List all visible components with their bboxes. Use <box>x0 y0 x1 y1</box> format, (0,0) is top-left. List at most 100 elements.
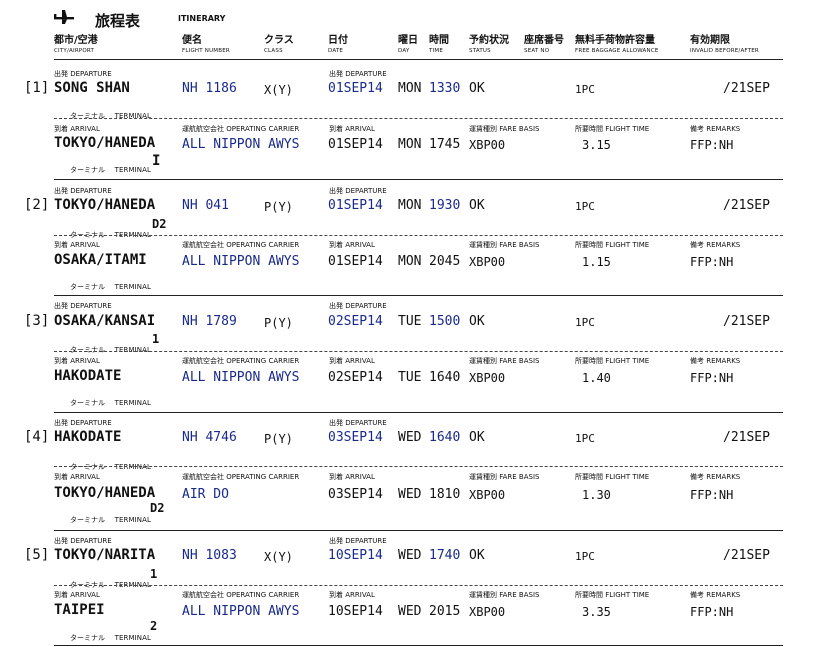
departure-day: WED <box>398 548 422 563</box>
booking-class: X(Y) <box>264 83 293 97</box>
flight-number: NH 1789 <box>182 314 237 329</box>
arrival-terminal-label: ターミナル TERMINAL <box>70 166 152 174</box>
arrival-terminal: 2 <box>150 619 158 633</box>
departure-label: 出発 DEPARTURE <box>329 537 387 545</box>
validity: /21SEP <box>723 198 770 213</box>
validity: /21SEP <box>723 430 770 445</box>
baggage-allowance: 1PC <box>575 83 595 96</box>
fare-basis: XBP00 <box>469 371 506 385</box>
arrival-terminal-label: ターミナル TERMINAL <box>70 283 152 291</box>
carrier-label: 運航航空会社 OPERATING CARRIER <box>182 241 300 249</box>
column-header-class: クラス CLASS <box>264 35 294 54</box>
baggage-allowance: 1PC <box>575 550 595 563</box>
segment-divider <box>54 412 783 413</box>
fare-basis-label: 運賃種別 FARE BASIS <box>469 591 540 599</box>
arrival-time: 2015 <box>429 604 461 619</box>
departure-day: MON <box>398 81 422 96</box>
departure-time: 1640 <box>429 430 461 445</box>
baggage-allowance: 1PC <box>575 200 595 213</box>
flight-number: NH 041 <box>182 198 229 213</box>
departure-terminal: D2 <box>152 217 167 231</box>
arrival-city: TOKYO/HANEDA <box>54 485 156 501</box>
departure-date: 02SEP14 <box>328 314 383 329</box>
fare-basis: XBP00 <box>469 605 506 619</box>
carrier-label: 運航航空会社 OPERATING CARRIER <box>182 125 300 133</box>
arrival-city: HAKODATE <box>54 368 122 384</box>
validity: /21SEP <box>723 314 770 329</box>
column-header-status: 予約状況 STATUS <box>469 35 509 54</box>
arrival-time: 2045 <box>429 254 461 269</box>
fare-basis: XBP00 <box>469 488 506 502</box>
header-divider <box>54 59 783 60</box>
baggage-allowance: 1PC <box>575 432 595 445</box>
carrier-label: 運航航空会社 OPERATING CARRIER <box>182 357 300 365</box>
flight-time-label: 所要時間 FLIGHT TIME <box>575 125 650 133</box>
booking-status: OK <box>469 198 485 213</box>
page-title-jp: 旅程表 <box>95 12 141 30</box>
departure-label: 出発 DEPARTURE <box>54 187 112 195</box>
departure-label: 出発 DEPARTURE <box>54 302 112 310</box>
segment-divider <box>54 645 783 646</box>
booking-status: OK <box>469 314 485 329</box>
flight-time-label: 所要時間 FLIGHT TIME <box>575 473 650 481</box>
column-header-time: 時間 TIME <box>429 35 449 54</box>
segment-divider <box>54 530 783 531</box>
carrier-label: 運航航空会社 OPERATING CARRIER <box>182 591 300 599</box>
segment-index: [2] <box>24 197 50 213</box>
remarks: FFP:NH <box>690 488 734 502</box>
arrival-terminal: D2 <box>150 501 165 515</box>
validity: /21SEP <box>723 548 770 563</box>
departure-day: MON <box>398 198 422 213</box>
flight-time-label: 所要時間 FLIGHT TIME <box>575 591 650 599</box>
arrival-date: 10SEP14 <box>328 604 383 619</box>
flight-time-label: 所要時間 FLIGHT TIME <box>575 241 650 249</box>
remarks-label: 備考 REMARKS <box>690 591 741 599</box>
departure-terminal: 1 <box>150 567 158 581</box>
arrival-time: 1745 <box>429 137 461 152</box>
fare-basis-label: 運賃種別 FARE BASIS <box>469 241 540 249</box>
arrival-date: 01SEP14 <box>328 254 383 269</box>
arrival-day: WED <box>398 604 422 619</box>
booking-status: OK <box>469 430 485 445</box>
segment-divider <box>54 295 783 296</box>
operating-carrier: ALL NIPPON AWYS <box>182 137 300 152</box>
remarks: FFP:NH <box>690 138 734 152</box>
departure-terminal-label: ターミナル TERMINAL <box>70 463 152 471</box>
arrival-label: 到着 ARRIVAL <box>54 125 100 133</box>
arrival-terminal: I <box>152 153 161 169</box>
fare-basis-label: 運賃種別 FARE BASIS <box>469 473 540 481</box>
departure-time: 1740 <box>429 548 461 563</box>
arrival-date: 01SEP14 <box>328 137 383 152</box>
segment-dash-divider <box>54 118 783 119</box>
departure-city: SONG SHAN <box>54 80 130 96</box>
segment-index: [5] <box>24 547 50 563</box>
arrival-label: 到着 ARRIVAL <box>329 357 375 365</box>
arrival-label: 到着 ARRIVAL <box>329 241 375 249</box>
departure-label: 出発 DEPARTURE <box>329 187 387 195</box>
booking-status: OK <box>469 81 485 96</box>
departure-date: 03SEP14 <box>328 430 383 445</box>
booking-class: X(Y) <box>264 550 293 564</box>
arrival-label: 到着 ARRIVAL <box>54 473 100 481</box>
column-header-day: 曜日 DAY <box>398 35 418 54</box>
flight-number: NH 4746 <box>182 430 237 445</box>
arrival-day: MON <box>398 137 422 152</box>
flight-number: NH 1186 <box>182 81 237 96</box>
departure-label: 出発 DEPARTURE <box>329 419 387 427</box>
arrival-terminal-label: ターミナル TERMINAL <box>70 399 152 407</box>
departure-terminal-label: ターミナル TERMINAL <box>70 346 152 354</box>
fare-basis-label: 運賃種別 FARE BASIS <box>469 125 540 133</box>
departure-label: 出発 DEPARTURE <box>329 302 387 310</box>
operating-carrier: ALL NIPPON AWYS <box>182 604 300 619</box>
departure-time: 1930 <box>429 198 461 213</box>
arrival-label: 到着 ARRIVAL <box>54 591 100 599</box>
flight-duration: 1.30 <box>582 488 611 502</box>
fare-basis-label: 運賃種別 FARE BASIS <box>469 357 540 365</box>
arrival-terminal-label: ターミナル TERMINAL <box>70 634 152 642</box>
arrival-label: 到着 ARRIVAL <box>54 241 100 249</box>
arrival-label: 到着 ARRIVAL <box>329 591 375 599</box>
operating-carrier: ALL NIPPON AWYS <box>182 370 300 385</box>
departure-label: 出発 DEPARTURE <box>54 419 112 427</box>
arrival-terminal-label: ターミナル TERMINAL <box>70 516 152 524</box>
departure-day: TUE <box>398 314 422 329</box>
